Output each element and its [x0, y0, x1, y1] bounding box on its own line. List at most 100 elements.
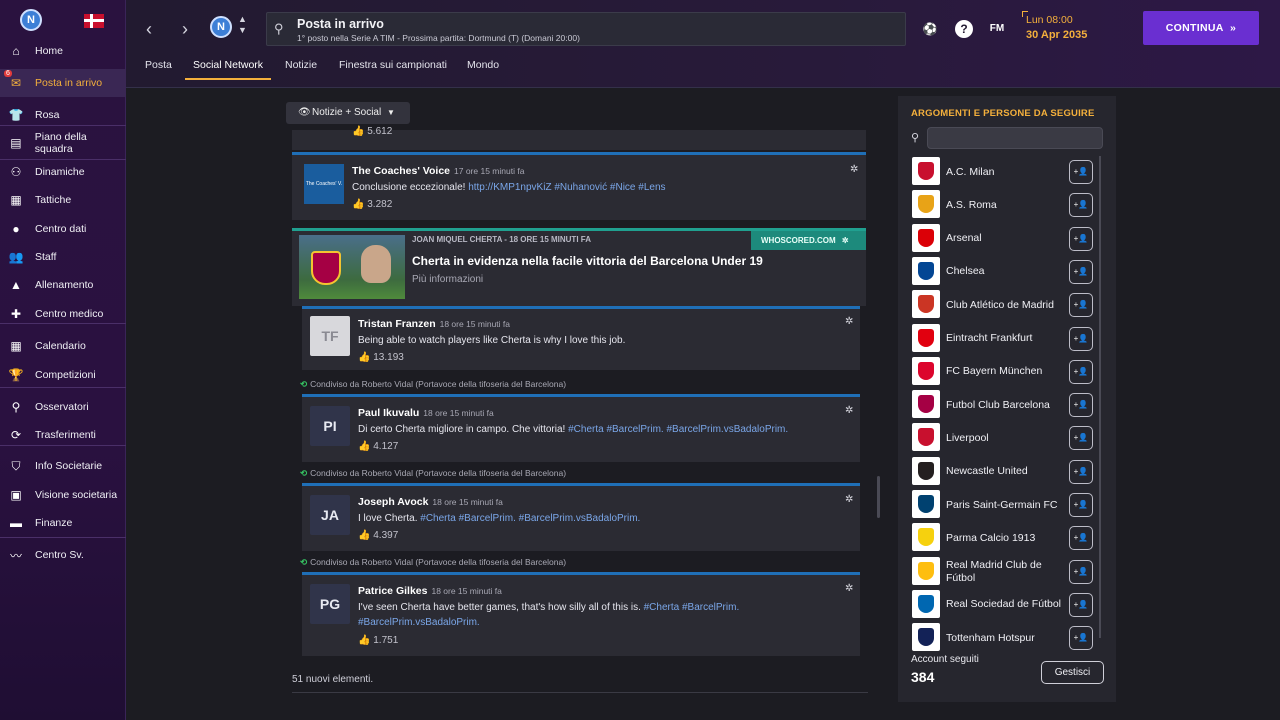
- follow-button[interactable]: +👤: [1069, 293, 1093, 318]
- follow-button[interactable]: +👤: [1069, 160, 1093, 184]
- gear-icon[interactable]: ✲: [850, 165, 860, 175]
- continue-button[interactable]: CONTINUA »: [1143, 11, 1259, 45]
- follow-button[interactable]: +👤: [1069, 493, 1093, 517]
- follow-button[interactable]: +👤: [1069, 459, 1093, 484]
- team-name[interactable]: Liverpool: [946, 422, 1061, 454]
- team-name[interactable]: Real Madrid Club de Fútbol: [946, 556, 1061, 588]
- team-name[interactable]: Newcastle United: [946, 456, 1061, 488]
- team-name[interactable]: Real Sociedad de Fútbol: [946, 589, 1061, 621]
- team-name[interactable]: A.S. Roma: [946, 189, 1061, 221]
- feed-filter-dropdown[interactable]: 👁 Notizie + Social ▼: [286, 102, 410, 124]
- gear-icon[interactable]: ✲: [845, 317, 855, 327]
- team-name[interactable]: Tottenham Hotspur: [946, 622, 1061, 654]
- sidebar-item-dinamiche[interactable]: ⚇ Dinamiche: [0, 158, 126, 186]
- follow-search-input[interactable]: [927, 127, 1103, 149]
- sidebar-item-centro-sv-[interactable]: 〰 Centro Sv.: [0, 541, 126, 569]
- gear-icon[interactable]: ✲: [842, 236, 849, 245]
- sidebar-item-competizioni[interactable]: 🏆 Competizioni: [0, 361, 126, 389]
- follow-list-item[interactable]: Real Sociedad de Fútbol +👤: [911, 589, 1094, 621]
- header-search-box[interactable]: ⚲ Posta in arrivo 1° posto nella Serie A…: [266, 12, 906, 46]
- team-name[interactable]: Parma Calcio 1913: [946, 522, 1061, 554]
- sidebar-item-osservatori[interactable]: ⚲ Osservatori: [0, 393, 126, 421]
- follow-button[interactable]: +👤: [1069, 526, 1093, 551]
- sidebar-item-staff[interactable]: 👥 Staff: [0, 243, 126, 271]
- feed-scrollbar[interactable]: [877, 476, 880, 518]
- follow-button[interactable]: +👤: [1069, 592, 1093, 617]
- tab-posta[interactable]: Posta: [145, 59, 172, 71]
- feed-card-coaches-voice[interactable]: The Coaches' V. The Coaches' Voice 17 ore…: [292, 152, 866, 220]
- feed-card-post[interactable]: PI Paul Ikuvalu 18 ore 15 minuti fa Di ce…: [302, 394, 860, 462]
- avatar[interactable]: PG: [310, 584, 350, 624]
- news-headline[interactable]: Cherta in evidenza nella facile vittoria…: [412, 254, 763, 268]
- team-name[interactable]: Eintracht Frankfurt: [946, 323, 1061, 355]
- date-display[interactable]: Lun 08:00 30 Apr 2035: [1026, 14, 1087, 41]
- follow-list-item[interactable]: Parma Calcio 1913 +👤: [911, 522, 1094, 554]
- back-arrow-icon[interactable]: ‹: [138, 18, 160, 40]
- feed-card-post[interactable]: TF Tristan Franzen 18 ore 15 minuti fa Be…: [302, 306, 860, 370]
- follow-button[interactable]: +👤: [1069, 226, 1093, 251]
- sidebar-item-visione-societaria[interactable]: ▣ Visione societaria: [0, 481, 126, 509]
- follow-button[interactable]: +👤: [1069, 359, 1093, 384]
- news-card[interactable]: WHOSCORED.COM ✲ JOAN MIQUEL CHERTA - 18 …: [292, 228, 866, 306]
- follow-list-item[interactable]: Paris Saint-Germain FC +👤: [911, 489, 1094, 521]
- post-hashtags-line2[interactable]: #BarcelPrim.vsBadaloPrim.: [358, 617, 480, 628]
- team-name[interactable]: FC Bayern München: [946, 356, 1061, 388]
- follow-button[interactable]: +👤: [1069, 193, 1093, 218]
- fm-menu-button[interactable]: FM: [988, 20, 1006, 38]
- team-badge-icon[interactable]: N: [210, 16, 232, 38]
- feed-card-post[interactable]: PG Patrice Gilkes 18 ore 15 minuti fa I'v…: [302, 572, 860, 656]
- follow-list-item[interactable]: Eintracht Frankfurt +👤: [911, 323, 1094, 355]
- post-link[interactable]: http://KMP1npvKiZ #Nuhanović #Nice #Lens: [468, 182, 665, 193]
- help-icon[interactable]: ?: [955, 20, 973, 38]
- follow-button[interactable]: +👤: [1069, 626, 1093, 651]
- feed-card-post[interactable]: JA Joseph Avock 18 ore 15 minuti fa I lov…: [302, 483, 860, 551]
- team-name[interactable]: Paris Saint-Germain FC: [946, 489, 1061, 521]
- gear-icon[interactable]: ✲: [845, 495, 855, 505]
- post-author[interactable]: Paul Ikuvalu 18 ore 15 minuti fa: [358, 407, 494, 419]
- gear-icon[interactable]: ✲: [845, 406, 855, 416]
- tab-notizie[interactable]: Notizie: [285, 59, 317, 71]
- post-hashtags[interactable]: #Cherta #BarcelPrim. #BarcelPrim.vsBadal…: [568, 424, 788, 435]
- post-hashtags[interactable]: #Cherta #BarcelPrim.: [644, 602, 740, 613]
- team-name[interactable]: A.C. Milan: [946, 156, 1061, 188]
- tab-mondo[interactable]: Mondo: [467, 59, 499, 71]
- follow-list-item[interactable]: Liverpool +👤: [911, 422, 1094, 454]
- sidebar-item-centro-dati[interactable]: ● Centro dati: [0, 215, 126, 243]
- sidebar-item-posta-in-arrivo[interactable]: ✉ Posta in arrivo 6: [0, 69, 126, 97]
- tab-finestra-campionati[interactable]: Finestra sui campionati: [339, 59, 447, 71]
- club-badge-icon[interactable]: N: [20, 9, 42, 31]
- post-hashtags[interactable]: #Cherta #BarcelPrim. #BarcelPrim.vsBadal…: [420, 513, 640, 524]
- avatar[interactable]: JA: [310, 495, 350, 535]
- new-items-count[interactable]: 51 nuovi elementi.: [292, 674, 373, 685]
- sidebar-item-calendario[interactable]: ▦ Calendario: [0, 332, 126, 360]
- follow-list-item[interactable]: Club Atlético de Madrid +👤: [911, 289, 1094, 321]
- up-down-arrows-icon[interactable]: ▲ ▼: [238, 14, 247, 36]
- team-name[interactable]: Arsenal: [946, 223, 1061, 255]
- follow-list-item[interactable]: Real Madrid Club de Fútbol +👤: [911, 556, 1094, 588]
- follow-list-item[interactable]: Futbol Club Barcelona +👤: [911, 389, 1094, 421]
- follow-button[interactable]: +👤: [1069, 326, 1093, 351]
- team-name[interactable]: Club Atlético de Madrid: [946, 289, 1061, 321]
- news-more-link[interactable]: Più informazioni: [412, 274, 483, 285]
- follow-list-item[interactable]: A.C. Milan +👤: [911, 156, 1094, 188]
- follow-list-scrollbar[interactable]: [1099, 156, 1101, 638]
- team-name[interactable]: Chelsea: [946, 256, 1061, 288]
- sidebar-item-tattiche[interactable]: ▦ Tattiche: [0, 186, 126, 214]
- follow-list-item[interactable]: Newcastle United +👤: [911, 456, 1094, 488]
- avatar[interactable]: PI: [310, 406, 350, 446]
- follow-list-item[interactable]: Arsenal +👤: [911, 223, 1094, 255]
- sidebar-item-info-societarie[interactable]: ⛉ Info Societarie: [0, 452, 126, 480]
- follow-button[interactable]: +👤: [1069, 393, 1093, 418]
- ball-icon[interactable]: ⚽: [921, 20, 939, 38]
- follow-list-item[interactable]: Tottenham Hotspur +👤: [911, 622, 1094, 654]
- tab-social-network[interactable]: Social Network: [193, 59, 263, 71]
- gear-icon[interactable]: ✲: [845, 584, 855, 594]
- post-author[interactable]: Joseph Avock 18 ore 15 minuti fa: [358, 496, 503, 508]
- post-author[interactable]: The Coaches' Voice 17 ore 15 minuti fa: [352, 165, 524, 177]
- follow-button[interactable]: +👤: [1069, 259, 1093, 284]
- sidebar-item-finanze[interactable]: ▬ Finanze: [0, 509, 126, 537]
- follow-button[interactable]: +👤: [1069, 559, 1093, 584]
- team-name[interactable]: Futbol Club Barcelona: [946, 389, 1061, 421]
- follow-list-item[interactable]: A.S. Roma +👤: [911, 189, 1094, 221]
- follow-list-item[interactable]: Chelsea +👤: [911, 256, 1094, 288]
